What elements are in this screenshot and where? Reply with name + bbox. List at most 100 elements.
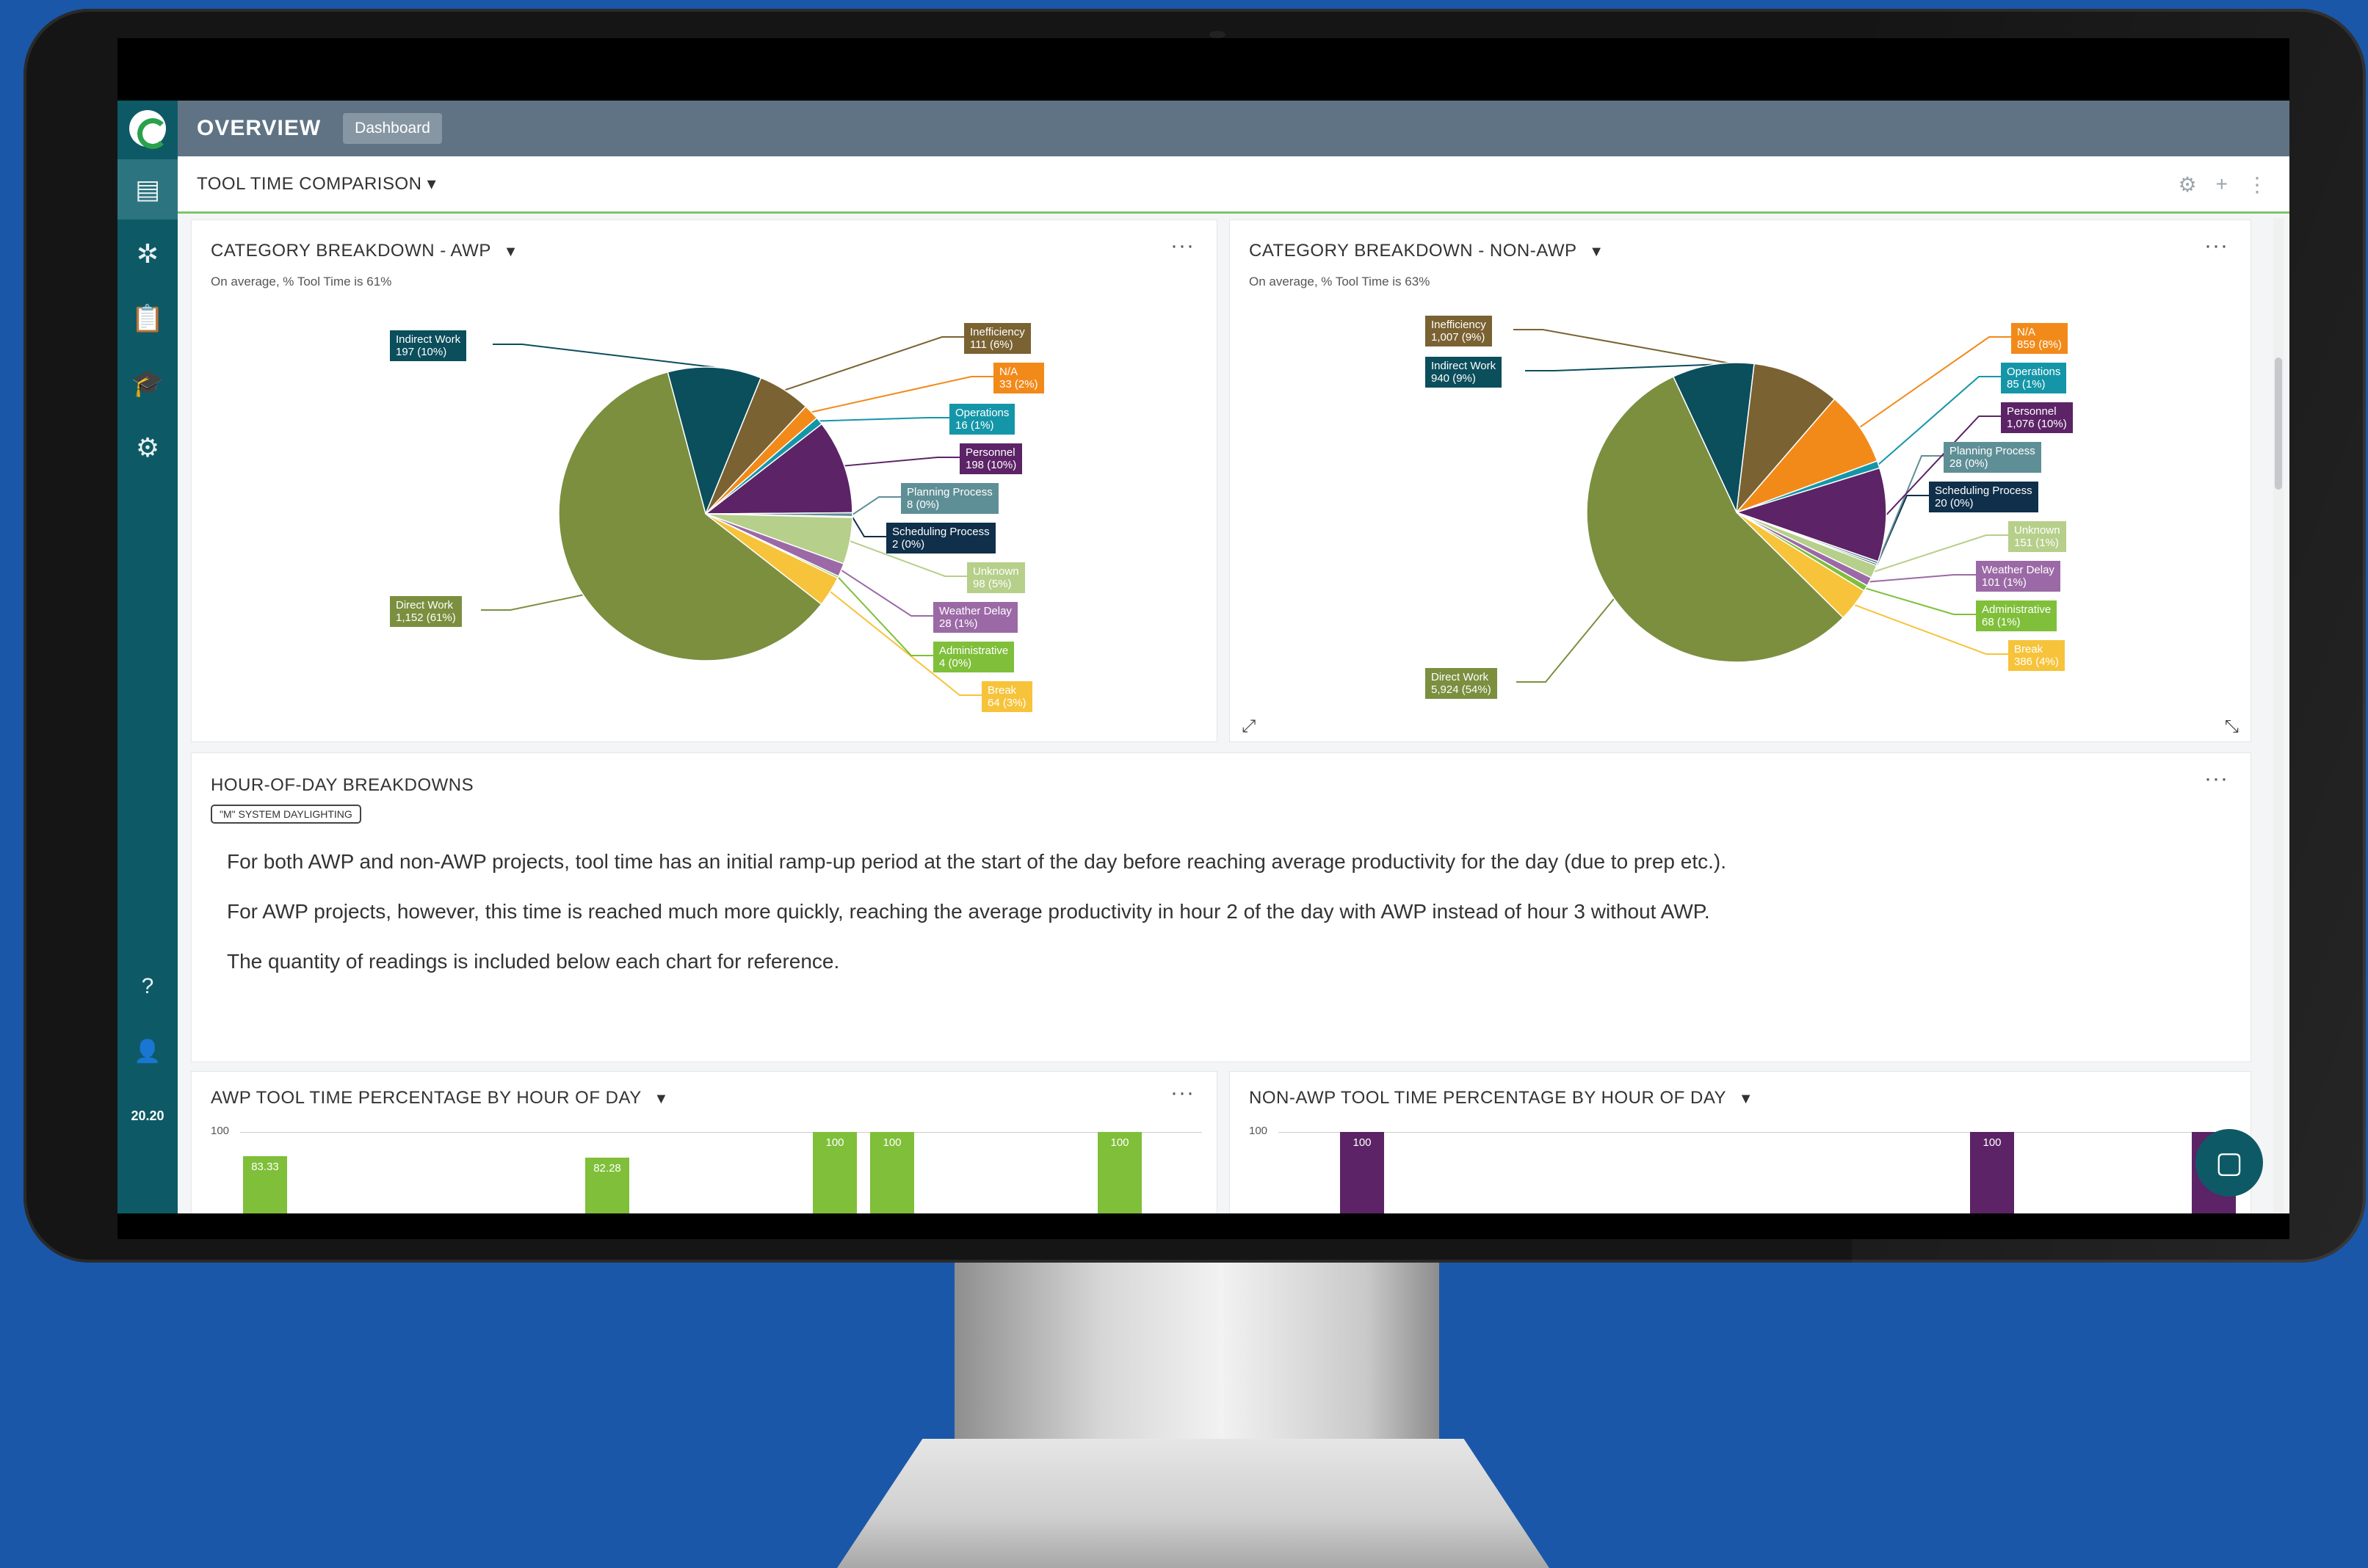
bar[interactable]: 100	[1340, 1132, 1384, 1213]
pie-label-name: Planning Process	[1949, 445, 2035, 457]
pie-label-name: N/A	[999, 366, 1018, 378]
pie-label-inefficiency: Inefficiency 1,007 (9%)	[1425, 316, 1492, 346]
pie-chart-awp	[481, 336, 993, 696]
pie-label-personnel: Personnel 1,076 (10%)	[2001, 402, 2073, 433]
pie-label-n-a: N/A 859 (8%)	[2011, 323, 2068, 354]
bar[interactable]: 100	[1970, 1132, 2014, 1213]
bar[interactable]: 83.33	[243, 1156, 287, 1213]
pie-label-name: Indirect Work	[396, 333, 461, 346]
version-label: 20.20	[131, 1108, 164, 1123]
panel-title: NON-AWP TOOL TIME PERCENTAGE BY HOUR OF …	[1249, 1088, 1753, 1108]
sidebar-item-help[interactable]: ?	[117, 957, 178, 1017]
more-horizontal-icon[interactable]: ···	[1170, 1081, 1195, 1106]
tag-chip[interactable]: "M" SYSTEM DAYLIGHTING	[211, 805, 361, 824]
panel-hour-of-day: HOUR-OF-DAY BREAKDOWNS "M" SYSTEM DAYLIG…	[191, 752, 2251, 1062]
leader-line-inefficiency	[784, 336, 964, 391]
note-paragraph: For AWP projects, however, this time is …	[227, 900, 1710, 923]
network-icon: ✲	[136, 239, 159, 269]
pie-label-administrative: Administrative 4 (0%)	[933, 642, 1015, 672]
sidebar-item-user[interactable]: 👤	[117, 1021, 178, 1081]
sidebar: ▤ ✲ 📋 🎓 ⚙ ? 👤 20.20	[117, 156, 178, 1213]
pie-label-name: Break	[988, 684, 1017, 697]
app-logo	[129, 110, 168, 149]
more-vertical-icon[interactable]: ⋮	[2247, 173, 2267, 197]
pie-label-value: 386 (4%)	[2014, 656, 2059, 668]
pie-label-value: 8 (0%)	[907, 498, 940, 511]
pie-label-unknown: Unknown 98 (5%)	[967, 562, 1025, 593]
screen: OVERVIEW Dashboard ▤ ✲ 📋 🎓 ⚙ ? 👤 20.20 T…	[117, 38, 2289, 1239]
pie-chart-nonawp	[1513, 329, 2011, 683]
pie-label-value: 68 (1%)	[1982, 616, 2021, 628]
pie-label-direct-work: Direct Work 1,152 (61%)	[390, 596, 462, 627]
bar[interactable]: 100	[813, 1132, 857, 1213]
pie-label-name: N/A	[2017, 326, 2036, 338]
pie-label-break: Break 64 (3%)	[982, 681, 1032, 712]
leader-line-direct-work	[1516, 598, 1615, 683]
pie-label-value: 1,076 (10%)	[2007, 418, 2067, 430]
pie-label-value: 98 (5%)	[973, 578, 1012, 590]
panel-category-awp: CATEGORY BREAKDOWN - AWP ▼ On average, %…	[191, 219, 1217, 742]
sidebar-item-settings[interactable]: ⚙	[117, 418, 178, 478]
pie-label-name: Scheduling Process	[892, 526, 990, 538]
filter-icon[interactable]: ▼	[1739, 1091, 1753, 1108]
chat-icon[interactable]: ▢	[2195, 1129, 2263, 1197]
pie-label-name: Personnel	[2007, 405, 2057, 418]
scrollbar[interactable]	[2273, 218, 2284, 1213]
pie-label-value: 4 (0%)	[939, 657, 972, 669]
leader-line-weather-delay	[1869, 574, 1976, 583]
panel-title: AWP TOOL TIME PERCENTAGE BY HOUR OF DAY …	[211, 1088, 669, 1108]
app-window: OVERVIEW Dashboard ▤ ✲ 📋 🎓 ⚙ ? 👤 20.20 T…	[117, 101, 2289, 1213]
pie-label-scheduling-process: Scheduling Process 20 (0%)	[1929, 482, 2038, 512]
breadcrumb[interactable]: Dashboard	[343, 113, 442, 144]
bar[interactable]: 100	[870, 1132, 914, 1213]
resize-handle-icon[interactable]: ⤡	[2225, 716, 2239, 737]
leader-line-planning-process	[852, 496, 901, 515]
leader-line-direct-work	[481, 594, 584, 611]
gear-icon[interactable]: ⚙	[2179, 173, 2197, 197]
sidebar-item-training[interactable]: 🎓	[117, 353, 178, 413]
y-tick: 100	[211, 1125, 230, 1137]
dashboard-selector[interactable]: TOOL TIME COMPARISON ▾	[197, 173, 436, 195]
bar[interactable]: 100	[1098, 1132, 1142, 1213]
sidebar-item-clipboard[interactable]: 📋	[117, 288, 178, 349]
pie-label-name: Administrative	[939, 645, 1009, 657]
pie-label-name: Inefficiency	[970, 326, 1025, 338]
bar[interactable]: 82.28	[585, 1158, 629, 1213]
sidebar-item-network[interactable]: ✲	[117, 224, 178, 284]
pie-label-name: Unknown	[2014, 524, 2060, 537]
resize-icon[interactable]: ⤢	[1242, 716, 1256, 737]
pie-label-name: Operations	[955, 407, 1010, 419]
plus-icon[interactable]: +	[2216, 173, 2228, 197]
pie-label-scheduling-process: Scheduling Process 2 (0%)	[886, 523, 996, 553]
more-horizontal-icon[interactable]: ···	[2204, 766, 2228, 791]
pie-label-value: 2 (0%)	[892, 538, 925, 551]
leader-line-scheduling-process	[852, 516, 886, 537]
panel-title: HOUR-OF-DAY BREAKDOWNS	[211, 775, 474, 795]
dashboard-icon: ▤	[134, 174, 160, 204]
pie-label-inefficiency: Inefficiency 111 (6%)	[964, 323, 1031, 354]
scrollbar-thumb[interactable]	[2275, 357, 2282, 490]
pie-label-value: 1,007 (9%)	[1431, 331, 1485, 344]
logo-cell[interactable]	[117, 101, 178, 156]
filter-icon[interactable]: ▼	[653, 1091, 668, 1108]
pie-label-name: Scheduling Process	[1935, 484, 2032, 497]
pie-label-name: Planning Process	[907, 486, 993, 498]
pie-label-value: 101 (1%)	[1982, 576, 2027, 589]
pie-label-value: 64 (3%)	[988, 697, 1027, 709]
pie-label-planning-process: Planning Process 8 (0%)	[901, 483, 999, 514]
pie-label-value: 198 (10%)	[966, 459, 1017, 471]
pie-label-administrative: Administrative 68 (1%)	[1976, 600, 2057, 631]
leader-line-administrative	[1865, 587, 1976, 615]
panel-nonawp-hour-chart: NON-AWP TOOL TIME PERCENTAGE BY HOUR OF …	[1229, 1071, 2251, 1213]
pie-label-operations: Operations 85 (1%)	[2001, 363, 2067, 393]
pie-label-personnel: Personnel 198 (10%)	[960, 443, 1023, 474]
leader-line-operations	[819, 417, 949, 422]
gridline	[240, 1132, 1202, 1133]
toolbar-actions: ⚙ + ⋮	[2179, 173, 2267, 197]
pie-label-value: 111 (6%)	[970, 338, 1013, 351]
dashboard-name: TOOL TIME COMPARISON	[197, 174, 422, 194]
sidebar-item-dashboard[interactable]: ▤	[117, 159, 178, 219]
pie-label-name: Administrative	[1982, 603, 2052, 616]
help-icon: ?	[141, 974, 154, 998]
pie-label-weather-delay: Weather Delay 28 (1%)	[933, 602, 1018, 633]
